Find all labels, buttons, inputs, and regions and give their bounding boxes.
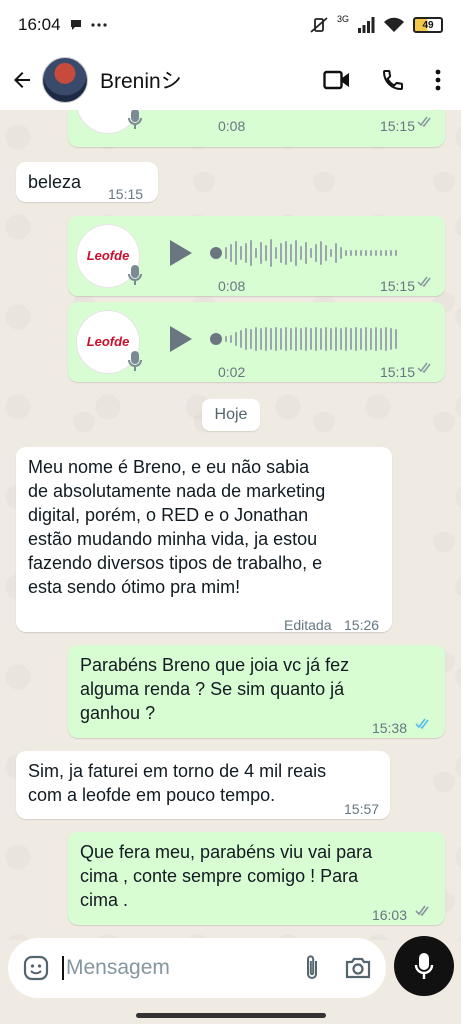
- audio-message[interactable]: Leofde 0:02 15:15: [68, 302, 445, 382]
- chat-header: Breninシ: [0, 50, 461, 110]
- day-separator: Hoje: [202, 399, 260, 431]
- audio-duration: 0:08: [218, 118, 246, 134]
- message-time: 15:57: [344, 801, 380, 817]
- message-time: 15:15: [108, 186, 144, 202]
- message-time: 15:15: [379, 278, 415, 294]
- play-icon[interactable]: [168, 238, 194, 268]
- signal-icon: [357, 17, 375, 33]
- mic-mini-icon: [128, 110, 142, 130]
- status-bar: 16:04 3G 49: [0, 0, 461, 50]
- audio-message[interactable]: 0:08 15:15: [68, 110, 445, 147]
- video-call-icon[interactable]: [323, 70, 351, 90]
- audio-duration: 0:02: [218, 364, 246, 380]
- double-check-blue-icon: [415, 718, 433, 729]
- message-input[interactable]: [62, 956, 262, 980]
- double-check-icon: [417, 116, 433, 127]
- contact-name[interactable]: Breninシ: [100, 65, 182, 95]
- outgoing-message[interactable]: Que fera meu, parabéns viu vai para cima…: [68, 832, 445, 925]
- message-composer: [8, 938, 386, 998]
- message-text: beleza: [28, 172, 82, 192]
- message-text: Sim, ja faturei em torno de 4 mil reais …: [28, 761, 327, 805]
- mic-mini-icon: [128, 264, 142, 286]
- message-time: 15:26: [344, 617, 380, 633]
- avatar[interactable]: [42, 57, 88, 103]
- double-check-icon: [417, 276, 433, 287]
- message-time: 15:38: [371, 720, 407, 736]
- message-text: Meu nome é Breno, e eu não sabia de abso…: [28, 457, 326, 597]
- back-arrow-icon[interactable]: [10, 68, 34, 92]
- phone-icon[interactable]: [381, 68, 405, 92]
- message-time: 15:15: [379, 118, 415, 134]
- status-time: 16:04: [18, 15, 61, 34]
- chat-bubble-icon: [69, 18, 83, 32]
- battery-icon: 49: [413, 17, 443, 33]
- menu-icon[interactable]: [435, 69, 441, 91]
- audio-duration: 0:08: [218, 278, 246, 294]
- message-text: Que fera meu, parabéns viu vai para cima…: [80, 842, 373, 910]
- network-type: 3G: [336, 14, 349, 24]
- voice-record-button[interactable]: [394, 936, 454, 996]
- attach-icon[interactable]: [302, 953, 322, 983]
- incoming-message[interactable]: Sim, ja faturei em torno de 4 mil reais …: [16, 751, 390, 819]
- message-text: Parabéns Breno que joia vc já fez alguma…: [80, 655, 350, 723]
- mute-vibrate-icon: [309, 16, 329, 34]
- sticker-icon[interactable]: [22, 954, 50, 982]
- message-time: 15:15: [379, 364, 415, 380]
- audio-waveform[interactable]: [210, 324, 397, 354]
- incoming-message[interactable]: beleza 15:15: [16, 162, 158, 202]
- chat-area[interactable]: 0:08 15:15 beleza 15:15 Leofde 0:08 15:1…: [0, 110, 461, 940]
- mic-mini-icon: [128, 350, 142, 372]
- audio-waveform[interactable]: [210, 238, 397, 268]
- more-dots-icon: [90, 23, 107, 27]
- outgoing-message[interactable]: Parabéns Breno que joia vc já fez alguma…: [68, 645, 445, 738]
- play-icon[interactable]: [168, 324, 194, 354]
- message-time: 16:03: [371, 907, 407, 923]
- edited-label: Editada: [284, 617, 332, 633]
- mic-icon: [414, 952, 434, 980]
- wifi-icon: [383, 17, 405, 33]
- audio-message[interactable]: Leofde 0:08 15:15: [68, 216, 445, 296]
- home-indicator[interactable]: [136, 1013, 326, 1018]
- double-check-icon: [415, 905, 433, 916]
- camera-icon[interactable]: [344, 956, 372, 980]
- double-check-icon: [417, 362, 433, 373]
- incoming-message[interactable]: Meu nome é Breno, e eu não sabia de abso…: [16, 447, 392, 633]
